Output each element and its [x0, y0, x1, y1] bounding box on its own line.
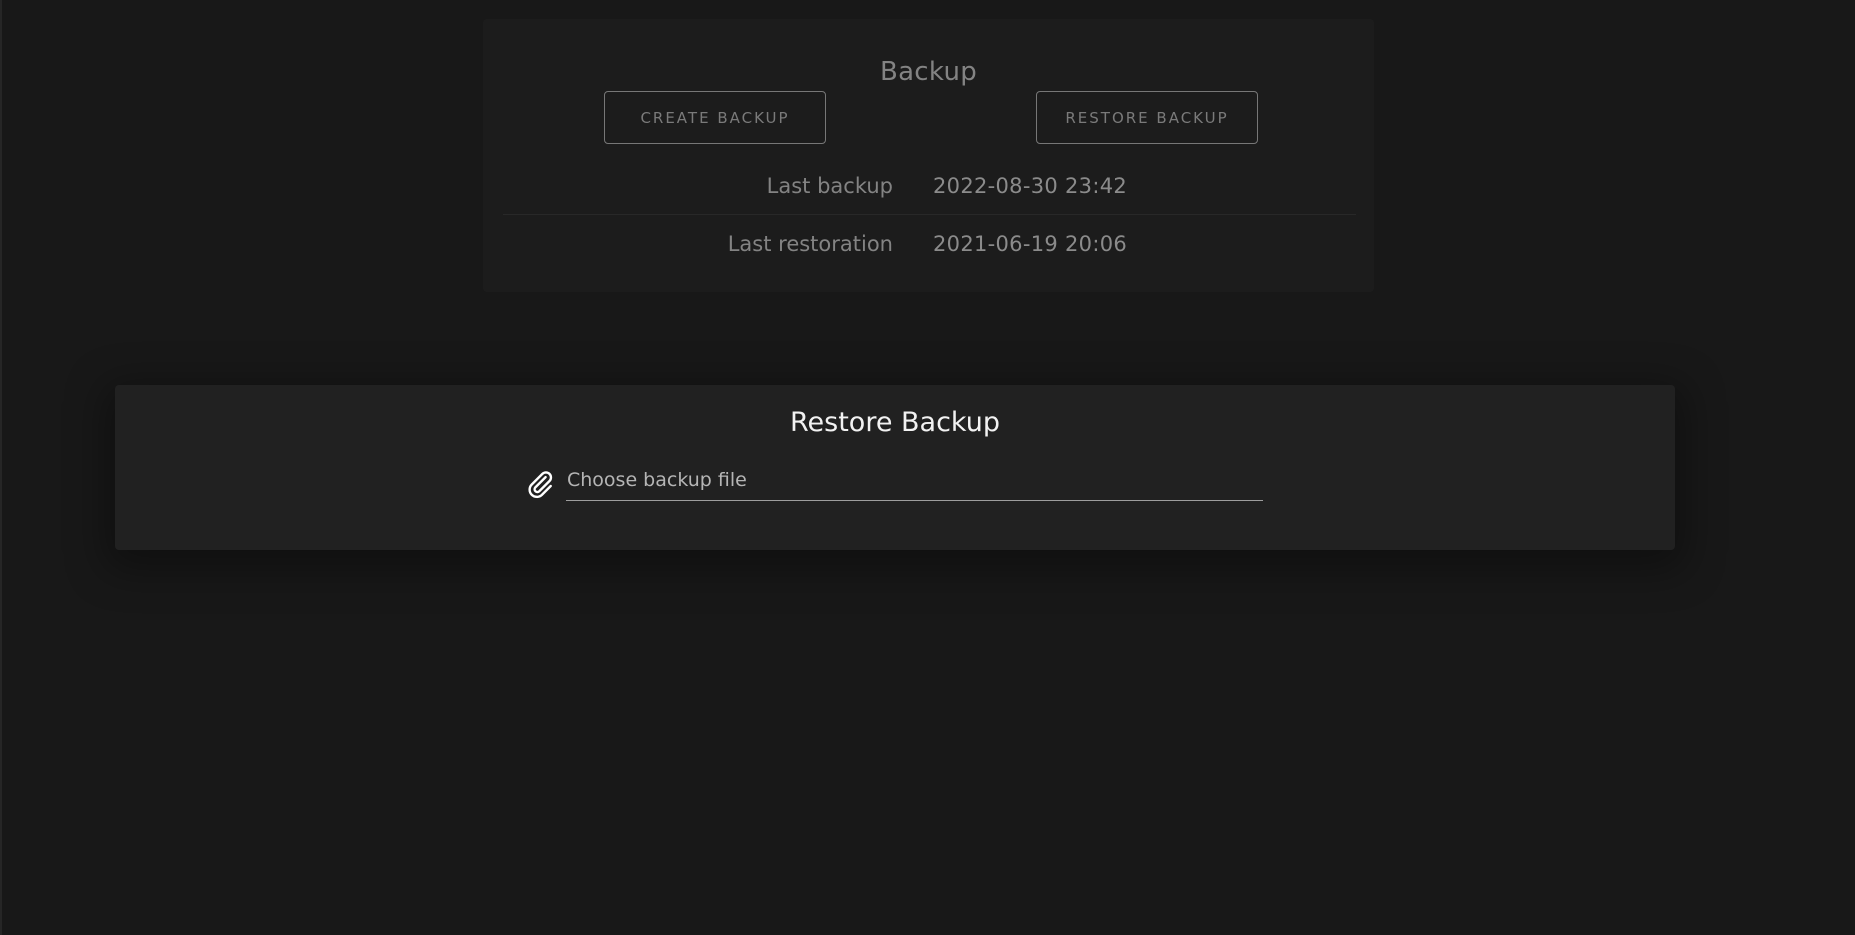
backup-file-field: Choose backup file [525, 463, 1265, 511]
last-backup-row: Last backup 2022-08-30 23:42 [503, 158, 1356, 215]
last-backup-label: Last backup [766, 174, 893, 198]
restore-dialog-title: Restore Backup [789, 407, 1000, 438]
backup-file-input[interactable]: Choose backup file [566, 463, 1263, 501]
last-restoration-label: Last restoration [727, 232, 893, 256]
last-backup-value: 2022-08-30 23:42 [933, 174, 1128, 198]
restore-backup-dialog: Restore Backup Choose backup file [115, 385, 1675, 550]
paperclip-icon[interactable] [525, 469, 555, 499]
restore-backup-button[interactable]: RESTORE BACKUP [1036, 91, 1258, 144]
create-backup-button[interactable]: CREATE BACKUP [604, 91, 826, 144]
last-restoration-row: Last restoration 2021-06-19 20:06 [503, 216, 1356, 272]
file-input-placeholder: Choose backup file [567, 469, 747, 491]
last-restoration-value: 2021-06-19 20:06 [933, 232, 1128, 256]
backup-title: Backup [879, 57, 978, 87]
backup-card: Backup CREATE BACKUP RESTORE BACKUP Last… [483, 19, 1374, 292]
window-edge [0, 0, 2, 935]
